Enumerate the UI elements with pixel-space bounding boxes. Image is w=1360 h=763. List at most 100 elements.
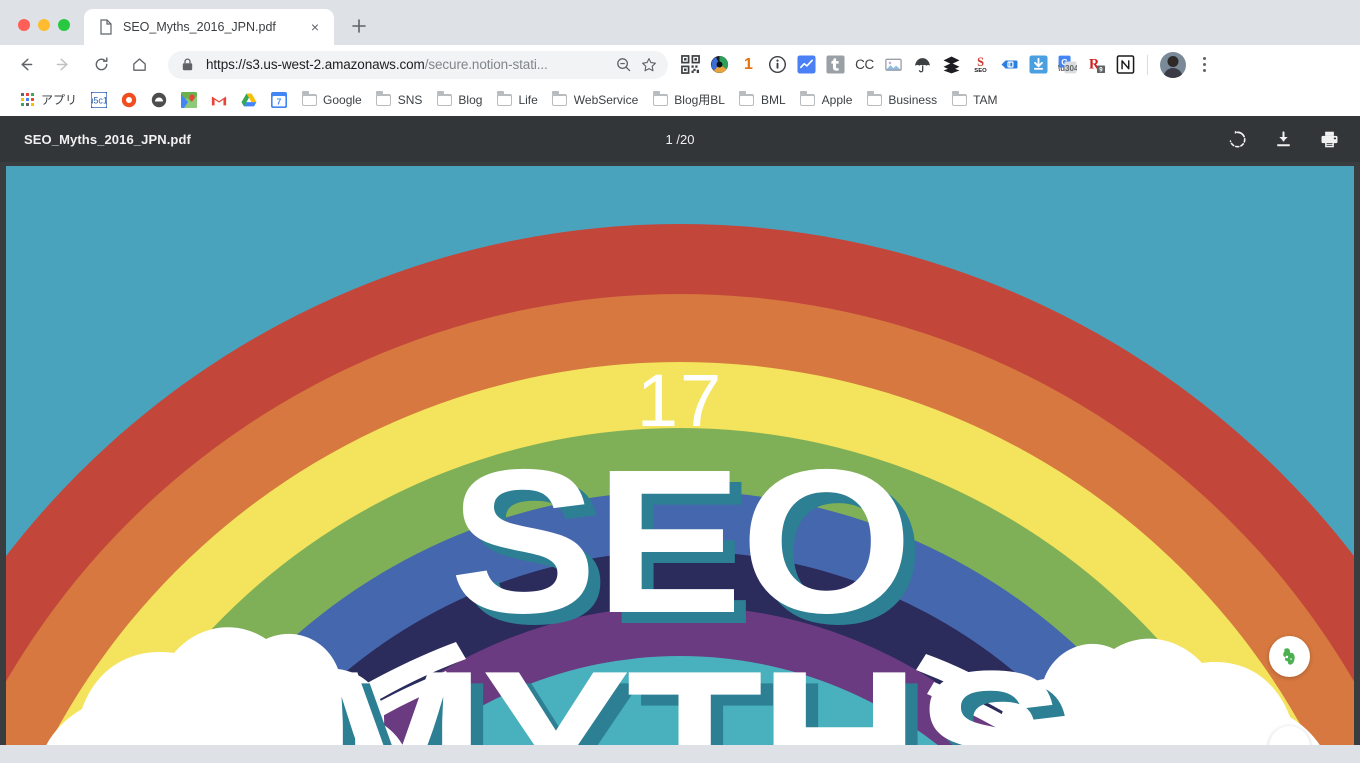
google-calendar-icon: 7 bbox=[271, 91, 288, 108]
bookmark-folder-label: Google bbox=[323, 92, 362, 107]
bookmark-folder-business[interactable]: Business bbox=[859, 88, 944, 112]
evernote-elephant-icon bbox=[1283, 648, 1295, 665]
close-window-button[interactable] bbox=[18, 19, 30, 31]
orange-circle-icon bbox=[121, 92, 137, 108]
bookmark-folder-apple[interactable]: Apple bbox=[793, 88, 860, 112]
browser-toolbar: https://s3.us-west-2.amazonaws.com/secur… bbox=[0, 45, 1360, 84]
tab-strip: SEO_Myths_2016_JPN.pdf × bbox=[0, 0, 1360, 45]
bookmark-google-maps[interactable] bbox=[174, 88, 204, 112]
umbrella-extension[interactable] bbox=[908, 50, 937, 79]
google-translate-extension[interactable]: G\u3042 bbox=[1053, 50, 1082, 79]
rotate-button[interactable] bbox=[1224, 126, 1250, 152]
bookmark-folder-label: BML bbox=[760, 92, 786, 107]
extensions-area: 1 CC SSEO G\u304 bbox=[676, 50, 1217, 79]
url-text: https://s3.us-west-2.amazonaws.com/secur… bbox=[196, 57, 610, 72]
address-bar[interactable]: https://s3.us-west-2.amazonaws.com/secur… bbox=[168, 50, 668, 79]
star-icon[interactable] bbox=[636, 52, 662, 78]
window-traffic-lights bbox=[0, 19, 84, 45]
folder-icon bbox=[866, 90, 882, 108]
seo-extension[interactable]: S SEO bbox=[966, 50, 995, 79]
bookmark-apps[interactable]: アプリ bbox=[12, 88, 84, 112]
zoom-out-icon[interactable] bbox=[610, 52, 636, 78]
bookmark-folder-sns[interactable]: SNS bbox=[369, 88, 430, 112]
notion-extension[interactable] bbox=[1111, 50, 1140, 79]
tab-title: SEO_Myths_2016_JPN.pdf bbox=[123, 20, 276, 34]
bookmark-folder-label: SNS bbox=[397, 92, 423, 107]
hatena-icon: \u5c11 bbox=[91, 91, 108, 108]
print-button[interactable] bbox=[1316, 126, 1342, 152]
chrome-menu-button[interactable] bbox=[1191, 50, 1217, 79]
svg-text:\u5c11: \u5c11 bbox=[91, 95, 107, 105]
dots-icon bbox=[1280, 737, 1300, 746]
download-button[interactable] bbox=[1270, 126, 1296, 152]
pdf-toolbar: SEO_Myths_2016_JPN.pdf 1 /20 bbox=[0, 116, 1360, 162]
pdf-page-1: 17 SEO MYTHS bbox=[6, 166, 1354, 745]
profile-avatar[interactable] bbox=[1160, 51, 1186, 78]
folder-icon bbox=[951, 90, 967, 108]
svg-text:S: S bbox=[977, 55, 984, 69]
bookmark-orange-site[interactable] bbox=[114, 88, 144, 112]
bookmark-hatena[interactable]: \u5c11 bbox=[84, 88, 114, 112]
image-extension[interactable] bbox=[879, 50, 908, 79]
info-extension[interactable] bbox=[763, 50, 792, 79]
rakuten-extension[interactable]: R9 bbox=[1082, 50, 1111, 79]
bookmark-folder-webservice[interactable]: WebService bbox=[545, 88, 645, 112]
reload-button[interactable] bbox=[86, 50, 116, 80]
bookmark-folder-label: Apple bbox=[821, 92, 853, 107]
bookmark-folder-blog[interactable]: Blog bbox=[429, 88, 489, 112]
pdf-actions bbox=[1224, 126, 1342, 152]
tab-close-button[interactable]: × bbox=[306, 18, 324, 36]
bookmarks-bar: アプリ \u5c11 7 Google bbox=[0, 84, 1360, 116]
url-path: /secure.notion-stati... bbox=[424, 57, 548, 72]
folder-icon bbox=[739, 90, 755, 108]
bookmark-folder-label: Blog用BL bbox=[674, 93, 725, 107]
folder-icon bbox=[552, 90, 568, 108]
browser-tab[interactable]: SEO_Myths_2016_JPN.pdf × bbox=[84, 9, 334, 45]
forward-button[interactable] bbox=[48, 50, 78, 80]
qr-code-extension[interactable] bbox=[676, 50, 705, 79]
bookmark-google-drive[interactable] bbox=[234, 88, 264, 112]
svg-text:7: 7 bbox=[277, 96, 282, 106]
bookmark-folder-life[interactable]: Life bbox=[489, 88, 544, 112]
svg-text:\u3042: \u3042 bbox=[1058, 64, 1077, 73]
buffer-extension[interactable] bbox=[937, 50, 966, 79]
counter-extension[interactable]: 1 bbox=[734, 50, 763, 79]
bookmark-folder-google[interactable]: Google bbox=[294, 88, 369, 112]
color-picker-extension[interactable] bbox=[705, 50, 734, 79]
lock-icon bbox=[182, 58, 196, 71]
bookmark-dark-site[interactable] bbox=[144, 88, 174, 112]
document-title-seo: SEO bbox=[449, 427, 912, 656]
bookmark-folder-bml[interactable]: BML bbox=[732, 88, 793, 112]
bookmark-folder-blogbl[interactable]: Blog用BL bbox=[645, 88, 732, 112]
bookmark-folder-label: Business bbox=[888, 92, 938, 107]
bookmark-google-calendar[interactable]: 7 bbox=[264, 88, 294, 112]
url-domain: https://s3.us-west-2.amazonaws.com bbox=[206, 57, 425, 72]
folder-icon bbox=[652, 90, 668, 108]
toolbar-divider bbox=[1147, 54, 1148, 75]
tag-extension[interactable] bbox=[995, 50, 1024, 79]
gmail-icon bbox=[211, 92, 227, 108]
bookmark-folder-tam[interactable]: TAM bbox=[944, 88, 1004, 112]
apps-grid-icon bbox=[19, 92, 35, 108]
download-extension[interactable] bbox=[1024, 50, 1053, 79]
creative-commons-extension[interactable]: CC bbox=[850, 50, 879, 79]
creative-commons-extension-label: CC bbox=[855, 57, 874, 72]
analytics-extension[interactable] bbox=[792, 50, 821, 79]
minimize-window-button[interactable] bbox=[38, 19, 50, 31]
svg-text:9: 9 bbox=[1099, 67, 1103, 74]
evernote-clipper-button[interactable] bbox=[1269, 636, 1310, 677]
bookmark-folder-label: TAM bbox=[973, 92, 998, 107]
pdf-viewer-area[interactable]: 17 SEO MYTHS bbox=[0, 162, 1360, 745]
svg-text:SEO: SEO bbox=[974, 68, 987, 74]
new-tab-button[interactable] bbox=[344, 11, 374, 41]
home-button[interactable] bbox=[124, 50, 154, 80]
bookmark-gmail[interactable] bbox=[204, 88, 234, 112]
folder-icon bbox=[800, 90, 816, 108]
tumblr-extension[interactable] bbox=[821, 50, 850, 79]
back-button[interactable] bbox=[10, 50, 40, 80]
bookmark-folder-label: Life bbox=[518, 92, 538, 107]
zoom-window-button[interactable] bbox=[58, 19, 70, 31]
document-icon bbox=[98, 19, 114, 35]
bookmark-folder-label: Blog bbox=[458, 92, 483, 107]
folder-icon bbox=[301, 90, 317, 108]
